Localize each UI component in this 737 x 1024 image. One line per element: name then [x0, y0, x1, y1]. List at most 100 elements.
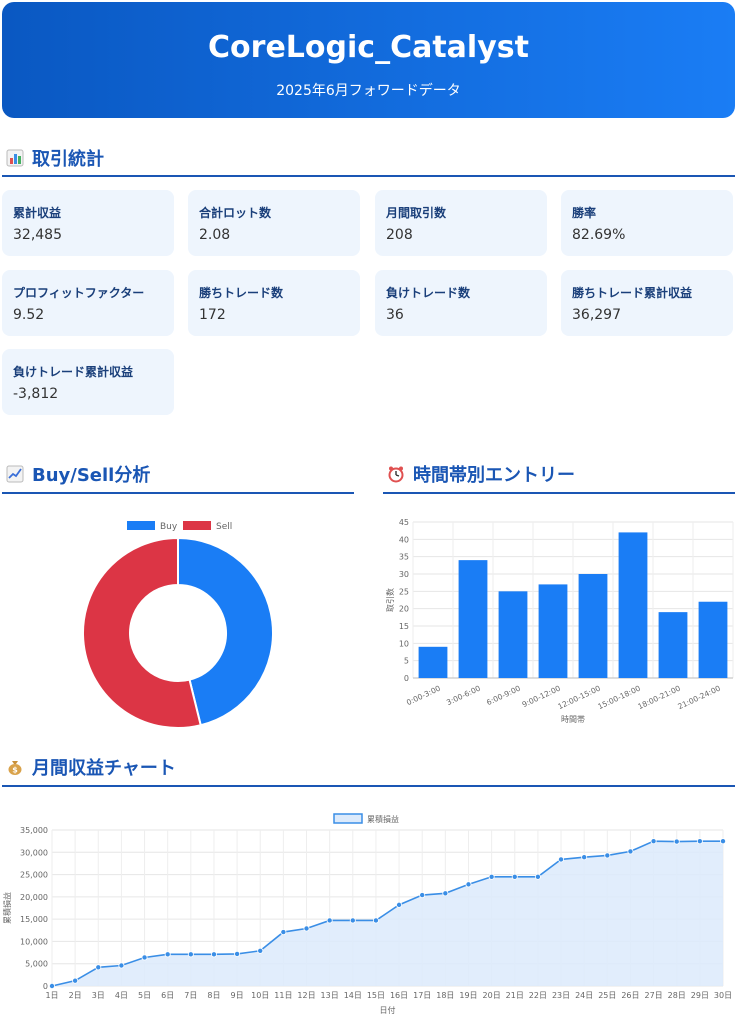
data-point[interactable] — [257, 947, 264, 954]
y-tick-label: 10 — [399, 639, 409, 648]
stat-card-win-rate: 勝率 82.69% — [561, 190, 733, 256]
x-tick-label: 4日 — [115, 991, 128, 1000]
stat-value: 2.08 — [199, 227, 231, 243]
data-point[interactable] — [396, 901, 403, 908]
section-title-buysell: Buy/Sell分析 — [6, 461, 150, 487]
x-tick-label: 11日 — [274, 991, 292, 1000]
data-point[interactable] — [210, 951, 217, 958]
y-tick-label: 25 — [399, 587, 409, 596]
data-point[interactable] — [349, 917, 356, 924]
data-point[interactable] — [720, 838, 727, 845]
x-tick-label: 19日 — [459, 991, 477, 1000]
bar[interactable] — [498, 591, 528, 678]
data-point[interactable] — [604, 852, 611, 859]
trend-chart-icon — [6, 465, 24, 483]
stat-label: 勝ちトレード累計収益 — [572, 286, 693, 300]
bar[interactable] — [458, 560, 488, 678]
x-tick-label: 7日 — [184, 991, 197, 1000]
data-point[interactable] — [419, 892, 426, 899]
stat-card-loss-profit: 負けトレード累計収益 -3,812 — [2, 349, 174, 415]
legend-swatch[interactable] — [333, 813, 363, 824]
section-label: 取引統計 — [32, 149, 104, 170]
y-tick-label: 35 — [399, 553, 409, 562]
bar-chart-icon — [6, 149, 24, 167]
x-tick-label: 30日 — [714, 991, 732, 1000]
monthly-profit-area-chart: 累積損益 0 5,000 10,000 15,000 20,000 25,000 30,000… — [2, 813, 732, 1015]
stat-label: 負けトレード数 — [386, 286, 471, 300]
legend-swatch-buy[interactable] — [127, 521, 155, 530]
data-point[interactable] — [465, 881, 472, 888]
data-point[interactable] — [326, 917, 333, 924]
x-tick-label: 10日 — [251, 991, 269, 1000]
x-tick-label: 21日 — [506, 991, 524, 1000]
stat-card-total-lots: 合計ロット数 2.08 — [188, 190, 360, 256]
stat-card-loss-count: 負けトレード数 36 — [375, 270, 547, 336]
data-point[interactable] — [49, 982, 56, 989]
data-point[interactable] — [442, 890, 449, 897]
y-tick-label: 20,000 — [20, 893, 48, 902]
y-tick-label: 30,000 — [20, 848, 48, 857]
bar[interactable] — [418, 646, 448, 678]
x-tick-label: 23日 — [552, 991, 570, 1000]
money-bag-icon: $ — [8, 761, 22, 775]
bar[interactable] — [578, 574, 608, 678]
bar[interactable] — [538, 584, 568, 678]
data-point[interactable] — [164, 951, 171, 958]
section-label: 時間帯別エントリー — [413, 465, 575, 486]
data-point[interactable] — [627, 848, 634, 855]
x-tick-label: 12:00-15:00 — [556, 684, 602, 712]
x-tick-label: 6:00-9:00 — [485, 684, 522, 708]
data-point[interactable] — [95, 964, 102, 971]
data-point[interactable] — [488, 873, 495, 880]
x-tick-label: 0:00-3:00 — [405, 684, 442, 708]
section-title-time: 時間帯別エントリー — [387, 461, 575, 487]
x-tick-label: 1日 — [45, 991, 58, 1000]
bar[interactable] — [698, 601, 728, 678]
y-tick-label: 20 — [399, 605, 409, 614]
data-point[interactable] — [650, 838, 657, 845]
x-tick-label: 3日 — [92, 991, 105, 1000]
x-tick-label: 14日 — [344, 991, 362, 1000]
section-divider — [383, 492, 735, 494]
page-header: CoreLogic_Catalyst 2025年6月フォワードデータ — [2, 2, 735, 118]
bar[interactable] — [658, 612, 688, 678]
data-point[interactable] — [303, 925, 310, 932]
stat-value: 172 — [199, 307, 226, 323]
data-point[interactable] — [581, 854, 588, 861]
stat-card-total-profit: 累計収益 32,485 — [2, 190, 174, 256]
data-point[interactable] — [558, 856, 565, 863]
stat-value: 9.52 — [13, 307, 45, 323]
stat-label: 勝ちトレード数 — [199, 286, 284, 300]
stat-value: -3,812 — [13, 386, 59, 402]
data-point[interactable] — [234, 950, 241, 957]
chart-legend: Buy Sell — [127, 521, 232, 532]
data-point[interactable] — [280, 929, 287, 936]
data-point[interactable] — [696, 838, 703, 845]
data-point[interactable] — [511, 873, 518, 880]
stat-value: 36,297 — [572, 307, 621, 323]
x-tick-label: 12日 — [297, 991, 315, 1000]
data-point[interactable] — [72, 977, 79, 984]
data-point[interactable] — [372, 917, 379, 924]
stat-value: 82.69% — [572, 227, 626, 243]
x-tick-label: 16日 — [390, 991, 408, 1000]
legend-label-sell: Sell — [216, 522, 232, 532]
data-point[interactable] — [673, 838, 680, 845]
stat-value: 32,485 — [13, 227, 62, 243]
x-tick-label: 9日 — [231, 991, 244, 1000]
y-tick-label: 10,000 — [20, 937, 48, 946]
x-tick-label: 6日 — [161, 991, 174, 1000]
legend-swatch-sell[interactable] — [183, 521, 211, 530]
legend-label: 累積損益 — [367, 814, 399, 824]
data-point[interactable] — [187, 951, 194, 958]
data-point[interactable] — [141, 954, 148, 961]
x-tick-label: 25日 — [598, 991, 616, 1000]
svg-text:$: $ — [12, 766, 18, 775]
data-point[interactable] — [534, 873, 541, 880]
data-point[interactable] — [118, 962, 125, 969]
bar[interactable] — [618, 532, 648, 678]
y-tick-label: 0 — [404, 674, 409, 683]
x-tick-label: 28日 — [668, 991, 686, 1000]
x-tick-label: 21:00-24:00 — [676, 684, 722, 712]
stat-card-win-count: 勝ちトレード数 172 — [188, 270, 360, 336]
